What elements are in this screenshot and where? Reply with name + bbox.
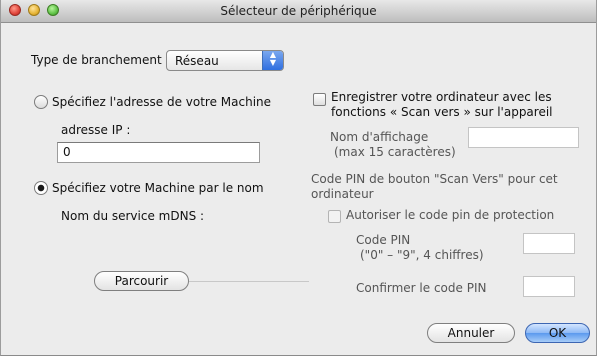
protect-pin-checkbox[interactable] [328, 210, 341, 223]
mdns-service-label: Nom du service mDNS : [61, 209, 205, 223]
cancel-button[interactable]: Annuler [427, 323, 515, 343]
connection-type-value: Réseau [175, 54, 219, 68]
name-radio[interactable] [34, 181, 48, 195]
ok-button[interactable]: OK [525, 323, 590, 343]
connection-type-label: Type de branchement [31, 53, 162, 67]
ip-address-input[interactable]: 0 [57, 142, 260, 163]
register-label-line2: fonctions « Scan vers » sur l'appareil [331, 105, 553, 119]
protect-pin-label: Autoriser le code pin de protection [346, 208, 555, 222]
name-option-label: Spécifiez votre Machine par le nom [52, 181, 264, 195]
browse-button[interactable]: Parcourir [94, 271, 189, 291]
window-title: Sélecteur de périphérique [220, 4, 377, 18]
address-option-label: Spécifiez l'adresse de votre Machine [52, 95, 272, 109]
divider-line [189, 281, 309, 282]
register-scan-to-checkbox[interactable] [313, 93, 326, 106]
address-radio[interactable] [34, 95, 48, 109]
display-name-input[interactable] [468, 127, 579, 148]
pin-heading-line2: ordinateur [311, 187, 374, 201]
pin-code-label-line1: Code PIN [356, 233, 411, 247]
device-selector-dialog: Sélecteur de périphérique Type de branch… [0, 0, 597, 356]
display-name-label-line1: Nom d'affichage [330, 130, 429, 144]
pin-code-label-line2: ("0" – "9", 4 chiffres) [360, 248, 484, 262]
title-bar: Sélecteur de périphérique [1, 0, 596, 23]
pin-heading-line1: Code PIN de bouton "Scan Vers" pour cet [311, 172, 558, 186]
confirm-pin-input[interactable] [523, 276, 575, 297]
ip-address-label: adresse IP : [61, 123, 131, 137]
register-label-line1: Enregistrer votre ordinateur avec les [331, 90, 552, 104]
connection-type-popup[interactable]: Réseau ▲ ▼ [166, 50, 284, 71]
display-name-label-line2: (max 15 caractères) [334, 145, 456, 159]
pin-code-input[interactable] [523, 233, 575, 254]
popup-arrows-icon: ▲ ▼ [262, 51, 283, 70]
confirm-pin-label: Confirmer le code PIN [356, 281, 487, 295]
